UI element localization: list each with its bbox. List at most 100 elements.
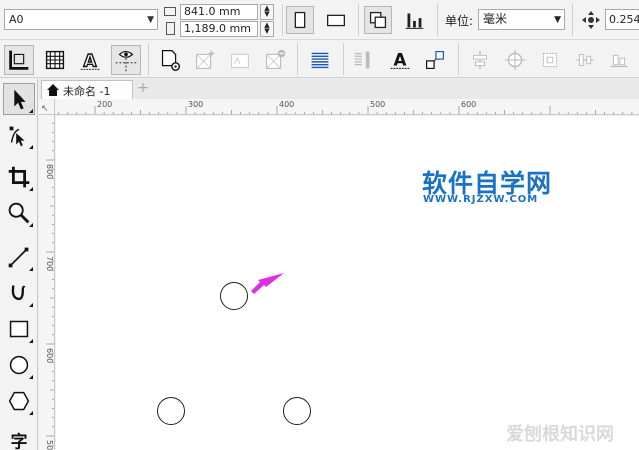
align-icon [473, 50, 487, 70]
ruler-label: 600 [45, 348, 54, 363]
unit-value: 毫米 [483, 12, 508, 26]
ruler-label: 400 [279, 100, 294, 109]
unit-label: 单位: [445, 14, 474, 28]
landscape-icon [326, 14, 346, 27]
current-page-button[interactable] [400, 6, 428, 34]
align-lines-button[interactable] [305, 45, 335, 75]
all-pages-button[interactable] [364, 6, 392, 34]
crop-tool[interactable] [3, 161, 35, 193]
vertical-ruler-scale: 800 700 600 500 [45, 122, 54, 450]
align-bottom-icon [610, 54, 628, 68]
circle-shape-top[interactable] [220, 282, 248, 310]
column-text-button[interactable] [348, 45, 378, 75]
chevron-down-icon: ▼ [554, 15, 561, 25]
ruler-label: 300 [188, 100, 203, 109]
artistic-media-tool[interactable] [3, 277, 35, 309]
rectangle-tool[interactable] [3, 313, 35, 345]
text-baseline-icon: A [390, 50, 410, 70]
target-icon [504, 49, 526, 71]
text-snap-button[interactable]: A [75, 45, 105, 75]
frame-remove-icon [266, 49, 286, 69]
height-icon [166, 22, 175, 35]
flyout-indicator [29, 303, 33, 307]
text-baseline-button[interactable]: A [385, 45, 415, 75]
portrait-button[interactable] [286, 6, 314, 34]
shape-tool[interactable] [3, 119, 35, 151]
page-size-value: A0 [9, 13, 24, 26]
column-text-icon [354, 51, 370, 69]
horizontal-ruler[interactable]: 200 300 400 500 600 [55, 99, 639, 115]
align-left-button[interactable] [465, 45, 495, 75]
add-frame-button[interactable] [190, 45, 220, 75]
text-char-icon: 字 [11, 431, 28, 450]
rulers-button[interactable] [4, 45, 34, 75]
distribute-icon [542, 52, 558, 68]
text-tool[interactable]: 字 [3, 423, 35, 450]
separator [282, 4, 283, 36]
svg-text:字: 字 [11, 431, 28, 450]
document-properties-button[interactable] [155, 45, 185, 75]
height-spinner[interactable]: ▲ ▼ [260, 21, 274, 37]
watermark-url: WWW.RJZXW.COM [423, 194, 539, 205]
polygon-tool[interactable] [3, 385, 35, 417]
separator [358, 4, 359, 36]
svg-text:A: A [394, 50, 407, 70]
width-spinner[interactable]: ▲ ▼ [260, 4, 274, 20]
svg-text:↖: ↖ [41, 104, 49, 114]
frame-text-icon [231, 53, 249, 69]
page-width-row: 841.0 mm ▲ ▼ [164, 4, 274, 20]
nudge-distance-field[interactable]: 0.254 [605, 9, 639, 30]
flyout-indicator [29, 145, 33, 149]
document-tab-bar: 未命名 -1 + [39, 79, 639, 99]
landscape-button[interactable] [322, 6, 350, 34]
text-icon: A [80, 50, 100, 71]
align-right-icon [576, 53, 594, 67]
zoom-tool[interactable] [3, 197, 35, 229]
drawing-canvas[interactable]: 软件自学网 WWW.RJZXW.COM 爱刨根知识网 [56, 116, 639, 450]
grid-icon [45, 50, 65, 70]
width-icon [164, 7, 176, 16]
nudge-icon [582, 11, 600, 29]
pointer-arrow-annotation [251, 273, 284, 294]
connect-nodes-button[interactable] [420, 45, 450, 75]
page-height-row: 1,189.0 mm ▲ ▼ [164, 21, 274, 37]
svg-text:A: A [84, 51, 97, 71]
unit-select[interactable]: 毫米 ▼ [478, 9, 565, 30]
circle-shape-bottom-left[interactable] [157, 397, 185, 425]
document-tab-title: 未命名 -1 [63, 85, 111, 98]
page-size-select[interactable]: A0 ▼ [4, 9, 158, 30]
flyout-indicator [29, 267, 33, 271]
vertical-ruler[interactable]: 800 700 600 500 [39, 115, 55, 450]
freehand-tool[interactable] [3, 241, 35, 273]
align-bottom-button[interactable] [604, 45, 634, 75]
flyout-indicator [29, 223, 33, 227]
flyout-indicator [29, 411, 33, 415]
grid-button[interactable] [40, 45, 70, 75]
horizontal-ruler-scale: 200 300 400 500 600 [58, 100, 633, 114]
separator [437, 4, 438, 36]
document-tab[interactable]: 未命名 -1 [41, 80, 133, 99]
remove-frame-button[interactable] [260, 45, 290, 75]
page-width-field[interactable]: 841.0 mm [180, 4, 258, 20]
separator [148, 43, 149, 75]
distribute-button[interactable] [535, 45, 565, 75]
attributes-toolbar: A A [0, 41, 639, 78]
watermark-bottom: 爱刨根知识网 [506, 424, 614, 445]
separator [572, 4, 573, 36]
circle-shape-bottom-right[interactable] [283, 397, 311, 425]
align-center-button[interactable] [500, 45, 530, 75]
separator [343, 43, 344, 75]
frame-text-button[interactable] [225, 45, 255, 75]
lines-icon [311, 52, 329, 69]
page-height-field[interactable]: 1,189.0 mm [180, 21, 258, 37]
pick-tool[interactable] [3, 83, 35, 115]
dynamic-guides-button[interactable] [111, 45, 141, 75]
ruler-origin[interactable]: ↖ [39, 99, 55, 115]
property-bar: A0 ▼ 841.0 mm ▲ ▼ 1,189.0 mm ▲ ▼ 单位: 毫米 ▼ … [0, 0, 639, 40]
separator [458, 43, 459, 75]
ruler-label: 500 [45, 440, 54, 450]
ellipse-tool[interactable] [3, 349, 35, 381]
bars-icon [405, 13, 424, 29]
new-tab-button[interactable]: + [135, 81, 151, 97]
align-right-button[interactable] [570, 45, 600, 75]
